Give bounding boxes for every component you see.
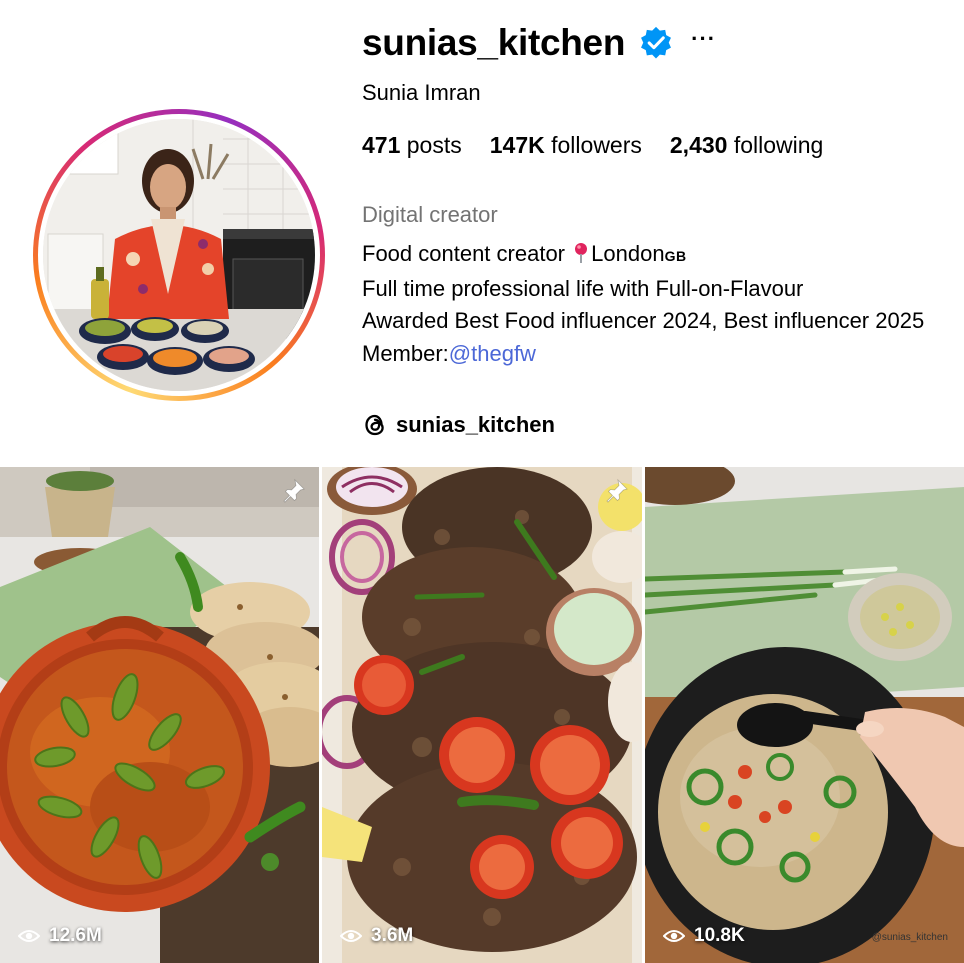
country-flag-gb: GB [664, 248, 687, 264]
eye-icon [339, 928, 363, 944]
post-tile[interactable]: 10.8K @sunias_kitchen [645, 467, 964, 963]
post-tile[interactable]: 12.6M [0, 467, 319, 963]
post-thumbnail-kebabs [322, 467, 642, 963]
username: sunias_kitchen [362, 22, 626, 63]
views-count: 3.6M [339, 925, 413, 947]
followers-stat[interactable]: 147K followers [490, 132, 642, 159]
posts-grid: 12.6M 3.6M 10.8K @sunias_kitchen [0, 467, 964, 963]
profile-page: sunias_kitchen ··· Sunia Imran 471 posts… [0, 0, 964, 963]
profile-stats: 471 posts 147K followers 2,430 following [362, 132, 851, 159]
pinned-post-icon [281, 477, 307, 503]
avatar-photo [43, 119, 315, 391]
bio: Food content creator LondonGB Full time … [362, 238, 952, 370]
more-horizontal-icon[interactable]: ··· [691, 28, 716, 50]
threads-handle: sunias_kitchen [396, 412, 555, 437]
avatar[interactable] [43, 119, 315, 391]
posts-stat[interactable]: 471 posts [362, 132, 462, 159]
bio-line-1: Food content creator LondonGB [362, 241, 687, 266]
threads-icon [362, 412, 388, 438]
member-mention-link[interactable]: @thegfw [449, 341, 536, 366]
round-pushpin-icon [573, 241, 589, 263]
post-thumbnail-soup [645, 467, 964, 963]
following-stat[interactable]: 2,430 following [670, 132, 823, 159]
eye-icon [17, 928, 41, 944]
username-row: sunias_kitchen ··· [362, 18, 716, 68]
bio-member-line: Member:@thegfw [362, 340, 536, 366]
post-tile[interactable]: 3.6M [322, 467, 642, 963]
threads-link[interactable]: sunias_kitchen [362, 412, 555, 438]
story-ring[interactable] [33, 109, 325, 401]
eye-icon [662, 928, 686, 944]
views-count: 12.6M [17, 925, 102, 947]
pinned-post-icon [604, 477, 630, 503]
profile-category: Digital creator [362, 202, 498, 227]
post-thumbnail-curry [0, 467, 319, 963]
bio-line-3: Awarded Best Food influencer 2024, Best … [362, 308, 925, 333]
bio-line-2: Full time professional life with Full-on… [362, 275, 804, 301]
full-name: Sunia Imran [362, 80, 481, 105]
verified-badge-icon [639, 26, 673, 60]
post-watermark: @sunias_kitchen [871, 932, 948, 943]
views-count: 10.8K [662, 925, 745, 947]
